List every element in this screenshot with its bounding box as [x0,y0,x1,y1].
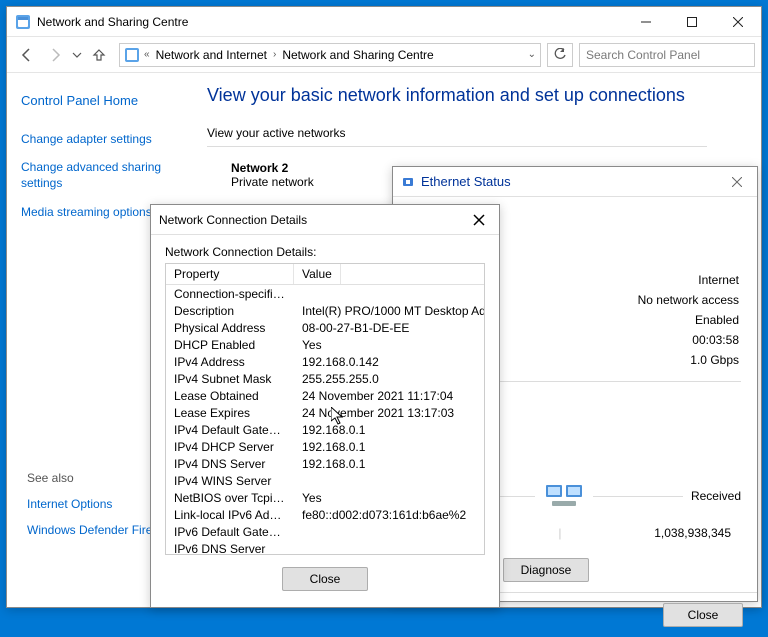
value-cell: Yes [294,489,484,506]
diagnose-button[interactable]: Diagnose [503,558,589,582]
list-item[interactable]: Connection-specific DN… [166,285,484,302]
list-item[interactable]: IPv6 DNS Server [166,540,484,555]
list-item[interactable]: Link-local IPv6 Addressfe80::d002:d073:1… [166,506,484,523]
titlebar: Network and Sharing Centre [7,7,761,37]
see-also-internet-options[interactable]: Internet Options [27,497,164,511]
sidebar-item-sharing[interactable]: Change advanced sharing settings [21,160,193,191]
network-name: Network 2 [231,161,314,175]
back-button[interactable] [13,41,41,69]
breadcrumb-icon [124,47,140,63]
view-active-label: View your active networks [207,126,761,140]
value-cell: 192.168.0.1 [294,438,484,455]
dialog-title: Ethernet Status [421,174,511,189]
property-cell: IPv4 Address [166,353,294,370]
forward-button[interactable] [41,41,69,69]
sidebar-home[interactable]: Control Panel Home [21,93,193,108]
search-input[interactable]: Search Control Panel [579,43,755,67]
column-value[interactable]: Value [294,264,341,284]
dialog-close-button[interactable] [467,208,491,232]
control-panel-icon [15,14,31,30]
value-cell: Yes [294,336,484,353]
value-cell: 24 November 2021 11:17:04 [294,387,484,404]
property-cell: Link-local IPv6 Address [166,506,294,523]
divider [207,146,707,147]
chevron-right-icon: « [142,49,152,60]
value-cell [294,285,484,302]
dialog-title: Network Connection Details [159,213,307,227]
computers-icon [543,478,585,514]
list-item[interactable]: Lease Obtained24 November 2021 11:17:04 [166,387,484,404]
list-item[interactable]: IPv6 Default Gateway [166,523,484,540]
list-item[interactable]: Physical Address08-00-27-B1-DE-EE [166,319,484,336]
list-item[interactable]: DescriptionIntel(R) PRO/1000 MT Desktop … [166,302,484,319]
value-cell [294,472,484,489]
list-item[interactable]: DHCP EnabledYes [166,336,484,353]
value-cell: 08-00-27-B1-DE-EE [294,319,484,336]
property-cell: Lease Expires [166,404,294,421]
dialog-titlebar[interactable]: Ethernet Status [393,167,757,197]
recent-dropdown[interactable] [69,41,85,69]
value-cell: 255.255.255.0 [294,370,484,387]
property-cell: Lease Obtained [166,387,294,404]
property-cell: IPv4 Subnet Mask [166,370,294,387]
property-cell: IPv6 DNS Server [166,540,294,555]
list-item[interactable]: IPv4 Address192.168.0.142 [166,353,484,370]
value-cell [294,540,484,555]
value-cell: 192.168.0.1 [294,421,484,438]
network-type: Private network [231,175,314,189]
crumb-parent[interactable]: Network and Internet [152,48,271,62]
up-button[interactable] [85,41,113,69]
property-cell: IPv6 Default Gateway [166,523,294,540]
see-also-label: See also [27,471,164,485]
list-item[interactable]: NetBIOS over Tcpip En…Yes [166,489,484,506]
details-list: Property Value Connection-specific DN…De… [165,263,485,555]
see-also-firewall[interactable]: Windows Defender Fire… [27,523,164,537]
property-cell: IPv4 DNS Server [166,455,294,472]
value-cell: fe80::d002:d073:161d:b6ae%2 [294,506,484,523]
ethernet-icon [401,175,415,189]
ncd-close-button[interactable]: Close [282,567,368,591]
maximize-button[interactable] [669,7,715,37]
list-item[interactable]: IPv4 DNS Server192.168.0.1 [166,455,484,472]
toolbar: « Network and Internet › Network and Sha… [7,37,761,73]
value-cell: 192.168.0.142 [294,353,484,370]
search-placeholder: Search Control Panel [586,48,700,62]
property-cell: IPv4 DHCP Server [166,438,294,455]
value-cell: 24 November 2021 13:17:03 [294,404,484,421]
chevron-right-icon: › [271,49,278,60]
value-cell [294,523,484,540]
breadcrumb[interactable]: « Network and Internet › Network and Sha… [119,43,541,67]
property-cell: IPv4 Default Gateway [166,421,294,438]
network-connection-details-dialog: Network Connection Details Network Conne… [150,204,500,608]
property-cell: IPv4 WINS Server [166,472,294,489]
list-item[interactable]: IPv4 DHCP Server192.168.0.1 [166,438,484,455]
property-cell: NetBIOS over Tcpip En… [166,489,294,506]
property-cell: Connection-specific DN… [166,285,294,302]
page-heading: View your basic network information and … [207,85,761,106]
crumb-current[interactable]: Network and Sharing Centre [278,48,437,62]
dialog-close-button[interactable] [725,170,749,194]
value-cell: 192.168.0.1 [294,455,484,472]
property-cell: DHCP Enabled [166,336,294,353]
list-item[interactable]: IPv4 WINS Server [166,472,484,489]
bytes-received: 1,038,938,345 [654,526,731,540]
ncd-subtitle: Network Connection Details: [165,245,485,259]
sidebar-item-adapter[interactable]: Change adapter settings [21,132,193,146]
refresh-button[interactable] [547,43,573,67]
list-item[interactable]: Lease Expires24 November 2021 13:17:03 [166,404,484,421]
value-cell: Intel(R) PRO/1000 MT Desktop Adapter [294,302,484,319]
dialog-titlebar[interactable]: Network Connection Details [151,205,499,235]
property-cell: Description [166,302,294,319]
close-button[interactable] [715,7,761,37]
column-property[interactable]: Property [166,264,294,284]
property-cell: Physical Address [166,319,294,336]
minimize-button[interactable] [623,7,669,37]
chevron-down-icon[interactable]: ⌄ [528,49,536,60]
list-item[interactable]: IPv4 Default Gateway192.168.0.1 [166,421,484,438]
received-label: Received [691,489,741,503]
eth-close-button[interactable]: Close [663,603,743,627]
window-title: Network and Sharing Centre [37,15,623,29]
list-item[interactable]: IPv4 Subnet Mask255.255.255.0 [166,370,484,387]
